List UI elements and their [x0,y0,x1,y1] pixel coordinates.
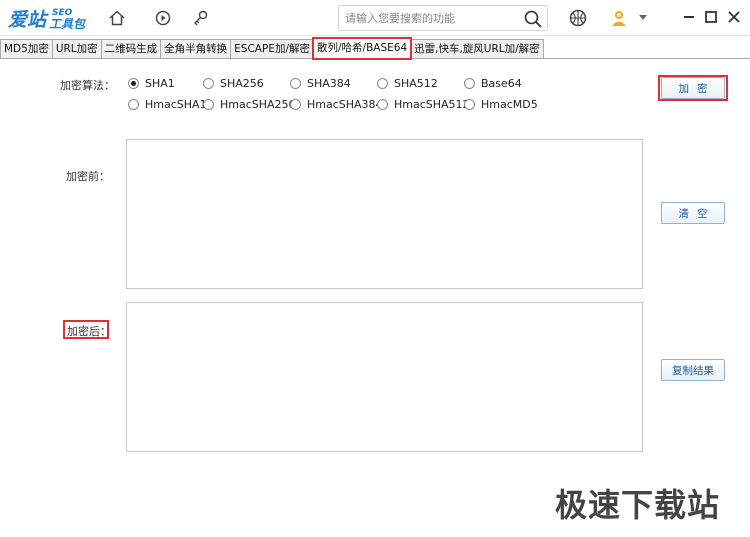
radio-dot [377,78,388,89]
maximize-icon[interactable] [702,8,720,26]
radio-label: SHA384 [307,77,351,90]
home-icon[interactable] [106,7,128,29]
radio-dot [203,99,214,110]
encrypt-button[interactable]: 加密 [661,77,725,99]
radio-label: HmacSHA1 [145,98,207,111]
radio-label: HmacSHA256 [220,98,296,111]
close-icon[interactable] [725,8,743,26]
radio-label: SHA512 [394,77,438,90]
radio-label: HmacSHA512 [394,98,470,111]
tab-escape[interactable]: ESCAPE加/解密 [230,39,314,59]
radio-dot [290,99,301,110]
radio-dot [290,78,301,89]
radio-label: Base64 [481,77,522,90]
radio-hmacsha1[interactable]: HmacSHA1 [128,98,207,111]
basketball-icon[interactable] [567,7,589,29]
radio-label: SHA1 [145,77,175,90]
before-label: 加密前： [66,170,110,183]
tab-qrcode[interactable]: 二维码生成 [100,39,162,59]
radio-sha512[interactable]: SHA512 [377,77,438,90]
radio-sha384[interactable]: SHA384 [290,77,351,90]
radio-dot [128,78,139,89]
radio-hmacsha384[interactable]: HmacSHA384 [290,98,383,111]
radio-label: HmacSHA384 [307,98,383,111]
radio-dot [128,99,139,110]
radio-hmacsha256[interactable]: HmacSHA256 [203,98,296,111]
tab-md5[interactable]: MD5加密 [0,39,53,59]
play-icon[interactable] [152,7,174,29]
radio-hmacmd5[interactable]: HmacMD5 [464,98,538,111]
app-logo: 爱站 SEO 工具包 [8,4,94,32]
radio-sha256[interactable]: SHA256 [203,77,264,90]
output-textarea[interactable] [126,302,643,452]
search-icon[interactable] [523,9,543,29]
copy-result-button[interactable]: 复制结果 [661,359,725,381]
radio-dot [377,99,388,110]
radio-dot [464,99,475,110]
tab-url-encrypt[interactable]: URL加密 [51,39,102,59]
tab-thunder-url[interactable]: 迅雷,快车,旋风URL加/解密 [410,39,544,59]
tab-hash-base64[interactable]: 散列/哈希/BASE64 [311,37,413,60]
title-bar: 爱站 SEO 工具包 [0,0,750,36]
radio-base64[interactable]: Base64 [464,77,522,90]
radio-label: SHA256 [220,77,264,90]
input-textarea[interactable] [126,139,643,289]
radio-dot [203,78,214,89]
site-watermark: 极速下载站 [555,486,721,524]
search-input[interactable] [345,9,517,27]
tab-strip: MD5加密 URL加密 二维码生成 全角半角转换 ESCAPE加/解密 散列/哈… [0,37,544,60]
radio-label: HmacMD5 [481,98,538,111]
after-label: 加密后： [67,325,111,338]
tab-fullwidth[interactable]: 全角半角转换 [160,39,232,59]
radio-dot [464,78,475,89]
radio-sha1[interactable]: SHA1 [128,77,175,90]
svg-text:爱站: 爱站 [8,9,49,31]
radio-hmacsha512[interactable]: HmacSHA512 [377,98,470,111]
algorithm-label: 加密算法： [60,79,115,92]
svg-text:工具包: 工具包 [49,17,86,31]
dropdown-arrow-icon[interactable] [636,7,650,29]
settings-icon[interactable] [190,7,212,29]
clear-button[interactable]: 清空 [661,202,725,224]
search-box [338,5,548,31]
minimize-icon[interactable] [680,8,698,26]
user-icon[interactable] [608,7,630,29]
